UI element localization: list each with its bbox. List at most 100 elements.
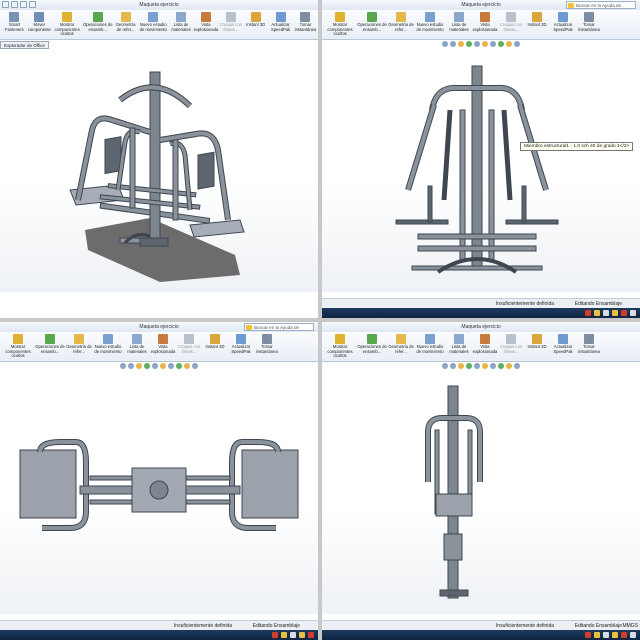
ribbon-button-speedpak[interactable]: Actualizar SpeedPak (550, 10, 576, 40)
status-units[interactable]: MMGS (622, 623, 638, 629)
section-view-icon[interactable] (466, 363, 472, 369)
ribbon-button-show-hidden[interactable]: Mostrar componentes ocultos (324, 332, 356, 362)
ribbon-button-explode-line[interactable]: Croquis con líneas... (176, 332, 202, 362)
tray-app-icon[interactable] (281, 632, 287, 638)
zoom-area-icon[interactable] (450, 363, 456, 369)
viewport-top[interactable]: Maqueta ejercicio Buscar en la Ayuda de … (0, 322, 318, 640)
tray-app-icon[interactable] (308, 632, 314, 638)
ribbon-button-motion-study[interactable]: Nuevo estudio de movimiento (92, 332, 124, 362)
viewport-isometric[interactable]: Maqueta ejercicio Smart Fasteners Mover c… (0, 0, 318, 318)
ribbon-button-snapshot[interactable]: Tomar instantánea (576, 332, 602, 362)
ribbon-button-speedpak[interactable]: Actualizar SpeedPak (550, 332, 576, 362)
ribbon-button-assembly-features[interactable]: Operaciones de ensamb... (356, 10, 388, 40)
tray-app-icon[interactable] (612, 310, 618, 316)
ribbon-button-reference-geometry[interactable]: Geometría de refer... (388, 332, 414, 362)
ribbon-button-reference-geometry[interactable]: Geometría de refer... (388, 10, 414, 40)
ribbon-button-speedpak[interactable]: Actualizar SpeedPak (268, 10, 293, 40)
ribbon-button-motion-study[interactable]: Nuevo estudio de movimiento (414, 332, 446, 362)
view-orientation-icon[interactable] (474, 363, 480, 369)
hide-show-icon[interactable] (490, 363, 496, 369)
ribbon-button-bom[interactable]: Lista de materiales (169, 10, 194, 40)
display-style-icon[interactable] (482, 363, 488, 369)
scene-icon[interactable] (506, 363, 512, 369)
ribbon-button-exploded-view[interactable]: Vista explosionada (150, 332, 176, 362)
ribbon-button-reference-geometry[interactable]: Geometría de refer... (113, 10, 138, 40)
tray-app-icon[interactable] (585, 632, 591, 638)
hide-show-icon[interactable] (168, 363, 174, 369)
ribbon-button-assembly-features[interactable]: Operaciones de ensamb... (34, 332, 66, 362)
tray-app-icon[interactable] (603, 310, 609, 316)
scene-icon[interactable] (506, 41, 512, 47)
ribbon-button-explode-line[interactable]: Croquis con líneas... (218, 10, 243, 40)
ribbon-button-fastener[interactable]: Smart Fasteners (2, 10, 27, 40)
ribbon-button-snapshot[interactable]: Tomar instantánea (293, 10, 318, 40)
ribbon-button-reference-geometry[interactable]: Geometría de refer... (66, 332, 92, 362)
ribbon-button-move-component[interactable]: Mover componente (27, 10, 52, 40)
view-orientation-icon[interactable] (152, 363, 158, 369)
ribbon-button-show-hidden[interactable]: Mostrar componentes ocultos (2, 332, 34, 362)
tray-app-icon[interactable] (594, 310, 600, 316)
ribbon-button-show-hidden[interactable]: Mostrar componentes ocultos (52, 10, 83, 40)
graphics-area[interactable]: Miembro estructural1 - 1.0 sch 40 de gra… (322, 50, 640, 292)
ribbon-button-exploded-view[interactable]: Vista explosionada (472, 10, 498, 40)
ribbon-button-explode-line[interactable]: Croquis con líneas... (498, 10, 524, 40)
viewport-side[interactable]: Maqueta ejercicio Mostrar componentes oc… (322, 322, 640, 640)
appearance-icon[interactable] (498, 41, 504, 47)
ribbon-button-instant3d[interactable]: Instant 3D (524, 10, 550, 40)
hide-show-icon[interactable] (490, 41, 496, 47)
ribbon-button-snapshot[interactable]: Tomar instantánea (254, 332, 280, 362)
ribbon-button-motion-study[interactable]: Nuevo estudio de movimiento (138, 10, 169, 40)
ribbon-button-instant3d[interactable]: Instant 3D (202, 332, 228, 362)
zoom-area-icon[interactable] (450, 41, 456, 47)
previous-view-icon[interactable] (136, 363, 142, 369)
tray-app-icon[interactable] (630, 310, 636, 316)
tray-app-icon[interactable] (585, 310, 591, 316)
ribbon-button-exploded-view[interactable]: Vista explosionada (472, 332, 498, 362)
graphics-area[interactable] (0, 372, 318, 614)
previous-view-icon[interactable] (458, 363, 464, 369)
tray-app-icon[interactable] (621, 632, 627, 638)
ribbon-button-exploded-view[interactable]: Vista explosionada (193, 10, 218, 40)
display-style-icon[interactable] (482, 41, 488, 47)
ribbon-button-instant3d[interactable]: Instant 3D (243, 10, 268, 40)
help-search-box[interactable]: Buscar en la Ayuda de SolidWorks (566, 1, 636, 15)
ribbon-button-bom[interactable]: Lista de materiales (124, 332, 150, 362)
zoom-area-icon[interactable] (128, 363, 134, 369)
previous-view-icon[interactable] (458, 41, 464, 47)
tray-app-icon[interactable] (612, 632, 618, 638)
tray-app-icon[interactable] (621, 310, 627, 316)
ribbon-button-motion-study[interactable]: Nuevo estudio de movimiento (414, 10, 446, 40)
graphics-area[interactable] (0, 50, 318, 292)
appearance-icon[interactable] (176, 363, 182, 369)
appearance-icon[interactable] (498, 363, 504, 369)
ribbon-button-instant3d[interactable]: Instant 3D (524, 332, 550, 362)
ribbon-button-snapshot[interactable]: Tomar instantánea (576, 10, 602, 40)
view-settings-icon[interactable] (514, 363, 520, 369)
zoom-fit-icon[interactable] (442, 363, 448, 369)
view-settings-icon[interactable] (514, 41, 520, 47)
ribbon-button-show-hidden[interactable]: Mostrar componentes ocultos (324, 10, 356, 40)
scene-icon[interactable] (184, 363, 190, 369)
tray-app-icon[interactable] (603, 632, 609, 638)
view-settings-icon[interactable] (192, 363, 198, 369)
zoom-fit-icon[interactable] (120, 363, 126, 369)
tray-app-icon[interactable] (594, 632, 600, 638)
tray-app-icon[interactable] (299, 632, 305, 638)
ribbon-button-bom[interactable]: Lista de materiales (446, 332, 472, 362)
help-search-box[interactable]: Buscar en la Ayuda de SolidWorks (244, 323, 314, 337)
ribbon-button-assembly-features[interactable]: Operaciones de ensamb... (356, 332, 388, 362)
ribbon-button-assembly-features[interactable]: Operaciones de ensamb... (82, 10, 113, 40)
graphics-area[interactable] (322, 372, 640, 614)
tray-app-icon[interactable] (272, 632, 278, 638)
section-view-icon[interactable] (466, 41, 472, 47)
tray-app-icon[interactable] (290, 632, 296, 638)
ribbon-button-speedpak[interactable]: Actualizar SpeedPak (228, 332, 254, 362)
zoom-fit-icon[interactable] (442, 41, 448, 47)
section-view-icon[interactable] (144, 363, 150, 369)
display-style-icon[interactable] (160, 363, 166, 369)
tray-app-icon[interactable] (630, 632, 636, 638)
ribbon-button-bom[interactable]: Lista de materiales (446, 10, 472, 40)
ribbon-button-explode-line[interactable]: Croquis con líneas... (498, 332, 524, 362)
viewport-front[interactable]: Maqueta ejercicio Buscar en la Ayuda de … (322, 0, 640, 318)
view-orientation-icon[interactable] (474, 41, 480, 47)
